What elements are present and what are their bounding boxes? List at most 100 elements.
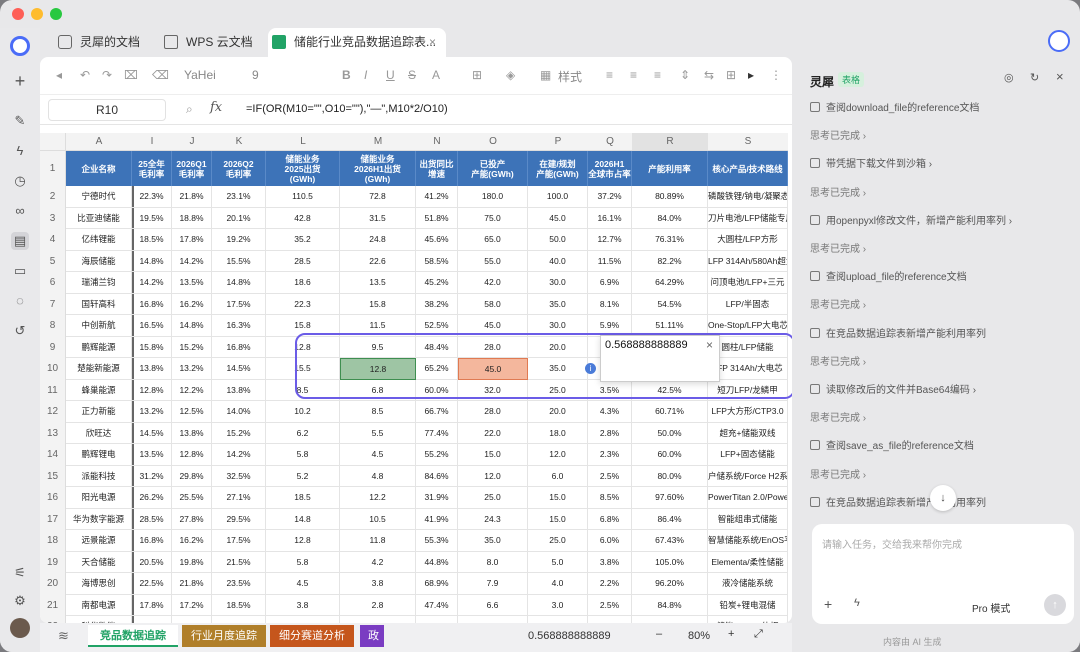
valign-icon[interactable]: ⇕: [680, 68, 690, 82]
row-header[interactable]: 17: [40, 508, 66, 530]
table-cell[interactable]: 16.5%: [132, 315, 172, 337]
thinking-status-item[interactable]: 思考已完成 ›: [810, 184, 866, 199]
table-cell[interactable]: 6.9%: [588, 272, 632, 294]
merge-icon[interactable]: ⊞: [726, 68, 736, 82]
table-cell[interactable]: 14.8%: [132, 250, 172, 272]
table-cell[interactable]: 24.2%: [212, 616, 266, 623]
table-cell[interactable]: 84.0%: [632, 207, 708, 229]
table-cell[interactable]: 6.0: [528, 465, 588, 487]
table-cell[interactable]: 30.0: [528, 272, 588, 294]
table-cell[interactable]: 77.4%: [416, 422, 458, 444]
table-cell[interactable]: 23.1%: [212, 186, 266, 208]
table-cell[interactable]: 刀片电池/LFP储能专用: [708, 207, 788, 229]
table-cell[interactable]: 20.5%: [132, 551, 172, 573]
table-cell[interactable]: 科华数能: [66, 616, 132, 623]
table-cell[interactable]: 14.8: [266, 508, 340, 530]
table-cell[interactable]: 17.5%: [212, 293, 266, 315]
table-cell[interactable]: LFP+固态储能: [708, 444, 788, 466]
table-cell[interactable]: 6.0%: [588, 530, 632, 552]
header-cell[interactable]: 出货同比 增速: [416, 151, 458, 186]
table-cell[interactable]: 17.2%: [172, 594, 212, 616]
table-cell[interactable]: 远景能源: [66, 530, 132, 552]
style-icon[interactable]: ▦: [540, 68, 551, 82]
table-cell[interactable]: 液冷储能系统: [708, 573, 788, 595]
table-cell[interactable]: 66.7%: [416, 401, 458, 423]
gear-icon[interactable]: ⚙: [11, 592, 29, 610]
table-cell[interactable]: 5.2: [266, 465, 340, 487]
table-cell[interactable]: 80.89%: [632, 186, 708, 208]
table-cell[interactable]: 16.8%: [212, 336, 266, 358]
header-cell[interactable]: 储能业务 2026H1出货 (GWh): [340, 151, 416, 186]
table-cell[interactable]: 15.5%: [212, 250, 266, 272]
settings-sliders-icon[interactable]: ⚟: [11, 564, 29, 582]
table-cell[interactable]: 45.6%: [416, 229, 458, 251]
table-cell[interactable]: 7.9: [458, 573, 528, 595]
row-header[interactable]: 19: [40, 551, 66, 573]
table-cell[interactable]: 15.2%: [172, 336, 212, 358]
table-cell[interactable]: 比亚迪储能: [66, 207, 132, 229]
pen-icon[interactable]: ✎: [11, 112, 29, 130]
table-cell[interactable]: 正力新能: [66, 401, 132, 423]
row-header[interactable]: 7: [40, 293, 66, 315]
table-cell[interactable]: 储能PCS/一体柜: [708, 616, 788, 623]
tool-step-item[interactable]: 查阅save_as_file的reference文档: [810, 437, 974, 452]
table-cell[interactable]: 3.8: [340, 573, 416, 595]
table-cell[interactable]: 54.5%: [632, 293, 708, 315]
table-cell[interactable]: 37.2%: [588, 186, 632, 208]
header-cell[interactable]: 已投产 产能(GWh): [458, 151, 528, 186]
table-cell[interactable]: 2.8%: [588, 422, 632, 444]
row-header[interactable]: 15: [40, 465, 66, 487]
font-size-select[interactable]: 9: [252, 68, 259, 82]
table-cell[interactable]: 12.2: [340, 487, 416, 509]
table-cell[interactable]: 2.5%: [588, 594, 632, 616]
align-right-icon[interactable]: ≡: [654, 68, 661, 82]
tab-lingxi-docs[interactable]: 灵犀的文档: [54, 28, 140, 56]
table-cell[interactable]: 15.0: [458, 444, 528, 466]
table-cell[interactable]: 12.5%: [172, 401, 212, 423]
table-cell[interactable]: 13.5%: [172, 272, 212, 294]
table-cell[interactable]: 15.2%: [212, 422, 266, 444]
header-cell[interactable]: 2026H1 全球市占率: [588, 151, 632, 186]
scroll-down-icon[interactable]: ↓: [930, 485, 956, 511]
row-header[interactable]: 3: [40, 207, 66, 229]
table-cell[interactable]: 19.8%: [172, 551, 212, 573]
table-cell[interactable]: 4.5: [266, 573, 340, 595]
redo-icon[interactable]: ↷: [102, 68, 112, 82]
zoom-icon[interactable]: ⌕: [186, 102, 193, 117]
table-cell[interactable]: 6.2: [266, 422, 340, 444]
table-cell[interactable]: 超充+储能双线: [708, 422, 788, 444]
table-cell[interactable]: 5.8: [266, 551, 340, 573]
table-cell[interactable]: 12.0: [528, 444, 588, 466]
clock-icon[interactable]: ◷: [11, 172, 29, 190]
column-header[interactable]: L: [266, 133, 340, 151]
table-cell[interactable]: 1.8%: [588, 616, 632, 623]
avatar[interactable]: [10, 618, 30, 638]
table-cell[interactable]: 82.2%: [632, 250, 708, 272]
table-cell[interactable]: 17.8%: [132, 594, 172, 616]
table-cell[interactable]: 50.0%: [632, 422, 708, 444]
table-cell[interactable]: 12.8%: [132, 379, 172, 401]
app-logo-icon[interactable]: [10, 36, 30, 56]
table-cell[interactable]: 14.2%: [172, 250, 212, 272]
row-header[interactable]: 6: [40, 272, 66, 294]
table-cell[interactable]: 55.0: [458, 250, 528, 272]
table-cell[interactable]: 8.5: [340, 401, 416, 423]
table-cell[interactable]: 13.5: [340, 272, 416, 294]
attach-plus-icon[interactable]: +: [824, 596, 832, 612]
table-cell[interactable]: 28.5%: [132, 508, 172, 530]
table-cell[interactable]: 22.0: [458, 422, 528, 444]
history-icon[interactable]: ↺: [11, 322, 29, 340]
table-cell[interactable]: 38.2%: [416, 293, 458, 315]
table-cell[interactable]: 16.2%: [172, 293, 212, 315]
column-header[interactable]: A: [66, 133, 132, 151]
name-box[interactable]: R10: [48, 99, 166, 121]
table-cell[interactable]: 84.8%: [632, 594, 708, 616]
table-cell[interactable]: 南都电源: [66, 594, 132, 616]
table-cell[interactable]: 华为数字能源: [66, 508, 132, 530]
table-cell[interactable]: 18.0: [528, 422, 588, 444]
tool-step-item[interactable]: 读取修改后的文件并Base64编码 ›: [810, 381, 976, 396]
row-header[interactable]: 1: [40, 151, 66, 186]
maximize-window-button[interactable]: [50, 8, 62, 20]
chat-input[interactable]: 请输入任务，交给我来帮你完成: [822, 536, 962, 551]
table-cell[interactable]: 10.5: [340, 508, 416, 530]
